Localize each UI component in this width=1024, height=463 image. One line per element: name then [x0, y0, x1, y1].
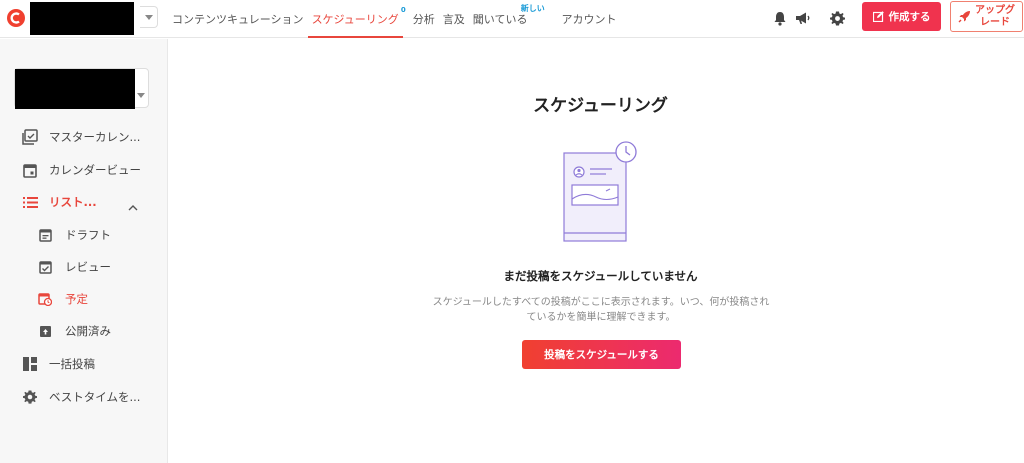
upgrade-label-line1: アップグ — [975, 4, 1015, 16]
calendar-check-icon — [38, 260, 52, 274]
draft-icon — [38, 228, 52, 242]
nav-mentions[interactable]: 言及 — [443, 0, 465, 38]
sidebar-item-master-calendar[interactable]: マスターカレン... — [22, 127, 140, 147]
nav-analytics[interactable]: 分析 — [413, 0, 435, 38]
sidebar-item-list[interactable]: リスト... — [22, 192, 97, 212]
sidebar: マスターカレン... カレンダービュー リスト... ドラフト レビュー 予定 — [0, 39, 168, 463]
nav-content-curation[interactable]: コンテンツキュレーション — [172, 0, 304, 38]
scheduled-post-illustration — [562, 139, 642, 247]
nav-account[interactable]: アカウント — [561, 0, 616, 38]
create-button[interactable]: 作成する — [862, 2, 941, 31]
nav-scheduling[interactable]: スケジューリング 0 — [307, 0, 406, 38]
gear-icon[interactable] — [828, 9, 846, 27]
sidebar-item-review[interactable]: レビュー — [38, 257, 111, 277]
profile-name-redacted — [15, 69, 135, 109]
sidebar-item-bulk-post[interactable]: 一括投稿 — [22, 354, 95, 374]
calendar-stack-icon — [22, 129, 38, 145]
sidebar-item-published[interactable]: 公開済み — [38, 321, 111, 341]
sidebar-item-best-time[interactable]: ベストタイムを... — [22, 387, 140, 407]
empty-state-heading: まだ投稿をスケジュールしていません — [503, 269, 698, 283]
upgrade-button[interactable]: アップグ レード — [950, 1, 1023, 32]
megaphone-icon[interactable] — [794, 9, 812, 27]
bell-icon[interactable] — [771, 9, 789, 27]
main-nav: コンテンツキュレーション スケジューリング 0 分析 言及 聞いている 新しい … — [172, 0, 624, 38]
profile-selector[interactable] — [14, 68, 149, 109]
gear-icon — [22, 389, 38, 405]
edit-icon — [872, 11, 884, 22]
top-bar: コンテンツキュレーション スケジューリング 0 分析 言及 聞いている 新しい … — [0, 0, 1024, 38]
chevron-up-icon[interactable] — [128, 196, 138, 215]
chevron-down-icon — [137, 83, 145, 102]
sidebar-item-scheduled[interactable]: 予定 — [38, 289, 88, 309]
new-badge: 新しい — [520, 4, 545, 13]
schedule-post-button[interactable]: 投稿をスケジュールする — [522, 340, 681, 369]
upgrade-label-line2: レード — [980, 16, 1010, 28]
sidebar-item-drafts[interactable]: ドラフト — [38, 225, 111, 245]
main-content: スケジューリング まだ投稿をスケジュールしていません スケジュールしたすべての投… — [169, 39, 1024, 463]
sidebar-item-calendar-view[interactable]: カレンダービュー — [22, 160, 141, 180]
page-title: スケジューリング — [533, 96, 668, 116]
scheduling-badge: 0 — [400, 6, 406, 14]
published-icon — [38, 324, 52, 338]
workspace-name-redacted[interactable] — [30, 2, 134, 35]
empty-state-description: スケジュールしたすべての投稿がここに表示されます。いつ、何が投稿されているかを簡… — [432, 297, 770, 323]
calendar-clock-icon — [38, 292, 52, 306]
nav-listening[interactable]: 聞いている 新しい — [473, 0, 545, 38]
calendar-icon — [22, 162, 38, 178]
dashboard-icon — [22, 356, 38, 372]
list-icon — [22, 194, 38, 210]
app-logo-icon[interactable] — [6, 8, 26, 28]
chevron-down-icon[interactable] — [140, 6, 158, 28]
rocket-icon — [958, 11, 970, 23]
